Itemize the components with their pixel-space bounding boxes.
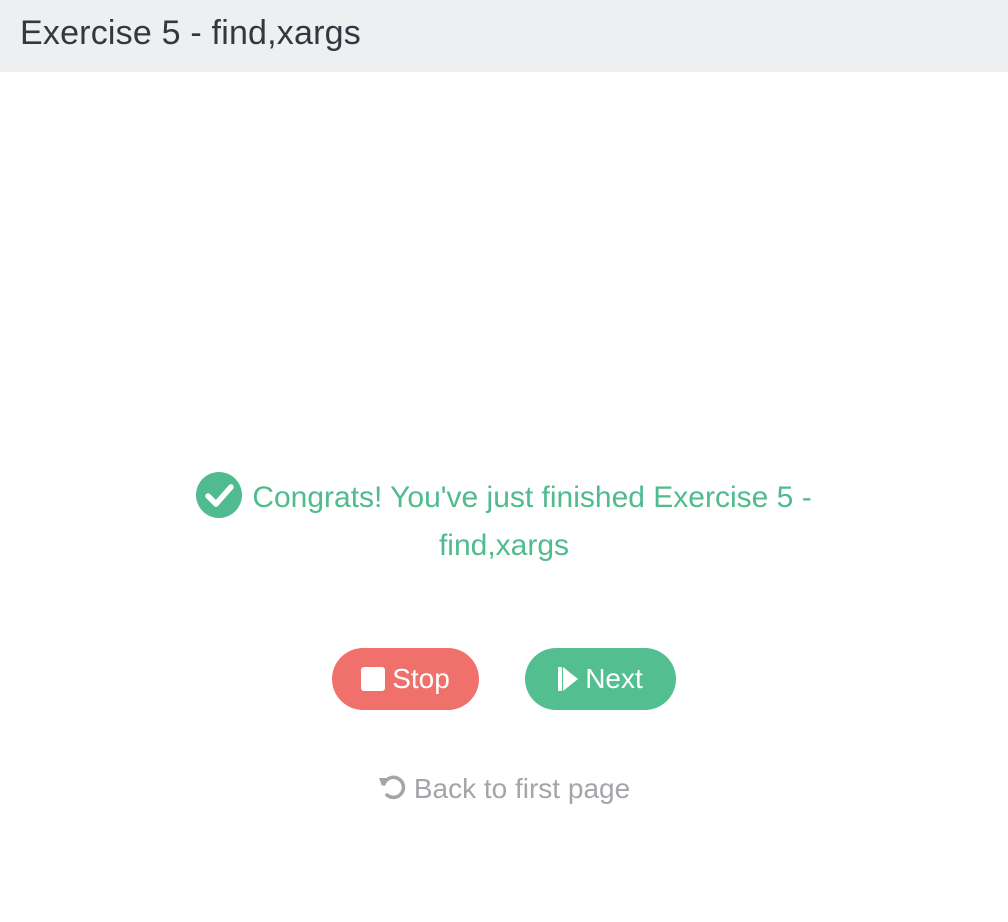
stop-button-label: Stop (392, 663, 450, 694)
stop-icon (361, 667, 386, 691)
completion-text: Congrats! You've just finished Exercise … (252, 481, 812, 562)
back-link-label: Back to first page (413, 773, 631, 804)
undo-icon (378, 772, 408, 802)
back-to-first-page-link[interactable]: Back to first page (0, 772, 1008, 805)
step-forward-icon (558, 667, 579, 691)
completion-message: Congrats! You've just finished Exercise … (150, 472, 858, 570)
page: Exercise 5 - find,xargs Congrats! You've… (0, 0, 1008, 922)
action-buttons: Stop Next (0, 648, 1008, 710)
check-circle-icon (196, 472, 243, 518)
page-title: Exercise 5 - find,xargs (20, 13, 361, 52)
stop-button[interactable]: Stop (332, 648, 479, 710)
header-bar: Exercise 5 - find,xargs (0, 0, 1008, 72)
next-button[interactable]: Next (525, 648, 676, 710)
next-button-label: Next (585, 663, 643, 694)
